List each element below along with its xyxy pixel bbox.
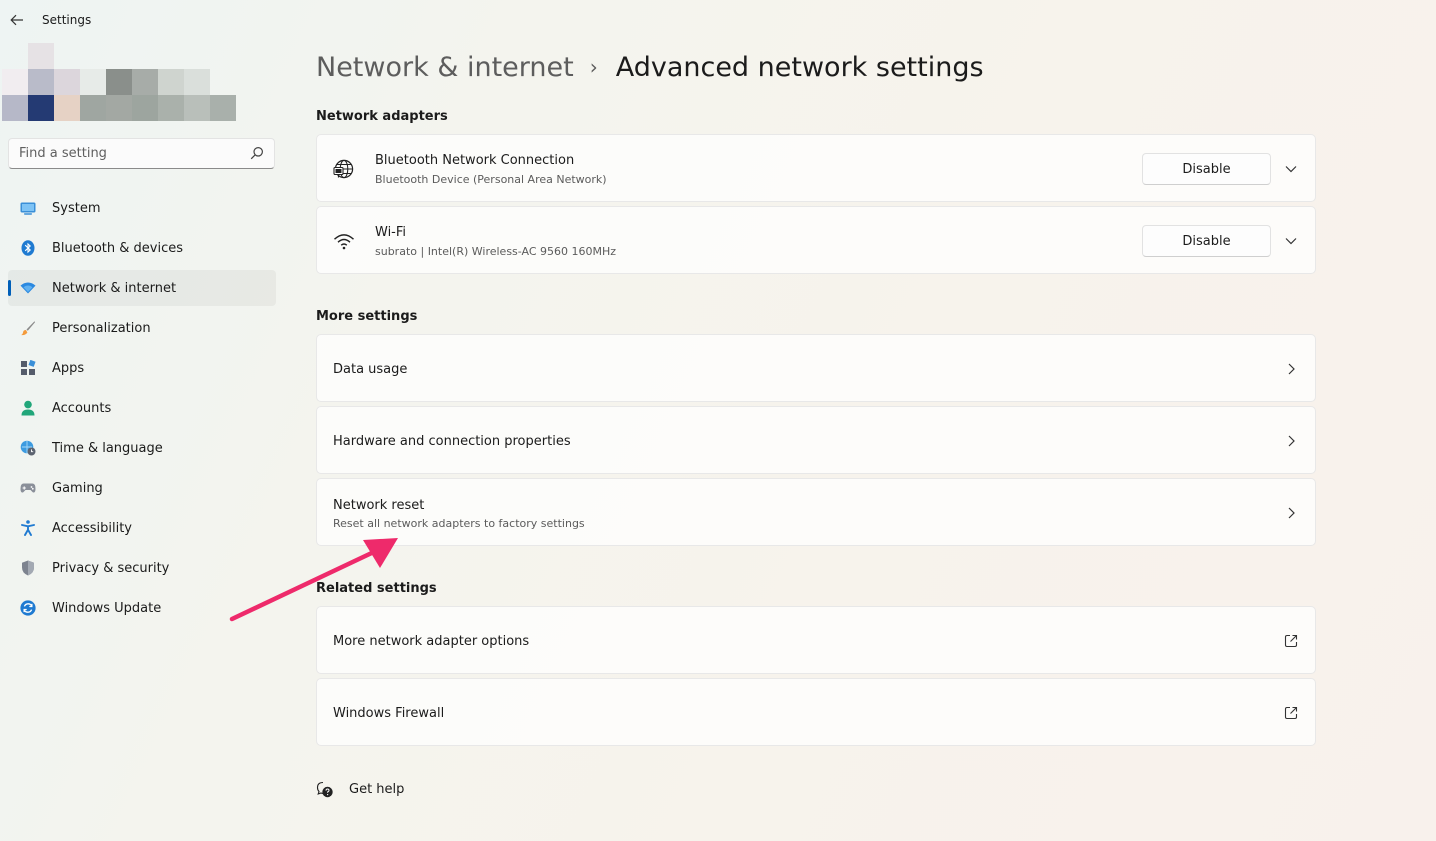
- settings-row-data-usage[interactable]: Data usage: [316, 334, 1316, 402]
- breadcrumb: Network & internet › Advanced network se…: [316, 52, 984, 83]
- get-help-link[interactable]: Get help: [316, 780, 456, 800]
- brush-icon: [20, 320, 36, 336]
- ethernet-globe-icon: [333, 159, 354, 179]
- system-icon: [20, 200, 36, 216]
- section-heading-more-settings: More settings: [316, 309, 418, 324]
- shield-icon: [20, 560, 36, 576]
- bluetooth-icon: [20, 240, 36, 256]
- chevron-down-icon[interactable]: [1283, 234, 1299, 248]
- row-title: Windows Firewall: [333, 706, 445, 721]
- adapter-subtitle: Bluetooth Device (Personal Area Network): [375, 173, 607, 186]
- disable-bluetooth-button[interactable]: Disable: [1142, 153, 1271, 185]
- search-icon[interactable]: [250, 146, 264, 160]
- external-link-icon: [1284, 634, 1298, 648]
- sidebar-item-bluetooth[interactable]: Bluetooth & devices: [8, 230, 276, 266]
- external-link-icon: [1284, 706, 1298, 720]
- adapter-title: Bluetooth Network Connection: [375, 153, 575, 168]
- sidebar-item-privacy-security[interactable]: Privacy & security: [8, 550, 276, 586]
- sidebar-item-windows-update[interactable]: Windows Update: [8, 590, 276, 626]
- sidebar-item-time-language[interactable]: Time & language: [8, 430, 276, 466]
- chevron-down-icon[interactable]: [1283, 162, 1299, 176]
- sidebar-item-system[interactable]: System: [8, 190, 276, 226]
- row-title: Hardware and connection properties: [333, 434, 571, 449]
- sidebar-nav: System Bluetooth & devices Network & int…: [8, 190, 276, 630]
- adapter-title: Wi-Fi: [375, 225, 407, 240]
- settings-row-windows-firewall[interactable]: Windows Firewall: [316, 678, 1316, 746]
- back-arrow-icon: [10, 14, 23, 26]
- disable-wifi-button[interactable]: Disable: [1142, 225, 1271, 257]
- accessibility-icon: [20, 520, 36, 536]
- user-profile-image: [2, 43, 236, 121]
- breadcrumb-separator: ›: [589, 54, 598, 79]
- row-title: Network reset: [333, 498, 425, 513]
- sidebar-item-gaming[interactable]: Gaming: [8, 470, 276, 506]
- settings-row-hardware-properties[interactable]: Hardware and connection properties: [316, 406, 1316, 474]
- chevron-right-icon: [1288, 435, 1295, 447]
- sidebar-item-apps[interactable]: Apps: [8, 350, 276, 386]
- search-box[interactable]: [8, 138, 275, 169]
- chevron-right-icon: [1288, 507, 1295, 519]
- sidebar-item-personalization[interactable]: Personalization: [8, 310, 276, 346]
- adapter-card-bluetooth[interactable]: Bluetooth Network Connection Bluetooth D…: [316, 134, 1316, 202]
- chevron-right-icon: [1288, 363, 1295, 375]
- adapter-card-wifi[interactable]: Wi-Fi subrato | Intel(R) Wireless-AC 956…: [316, 206, 1316, 274]
- page-title: Advanced network settings: [615, 52, 984, 83]
- globe-clock-icon: [20, 440, 36, 456]
- apps-icon: [20, 360, 36, 376]
- person-icon: [20, 400, 36, 416]
- row-subtitle: Reset all network adapters to factory se…: [333, 517, 585, 530]
- search-input[interactable]: [9, 139, 244, 168]
- app-title: Settings: [42, 13, 92, 27]
- row-title: Data usage: [333, 362, 408, 377]
- section-heading-network-adapters: Network adapters: [316, 109, 448, 124]
- network-icon: [20, 280, 36, 296]
- adapter-subtitle: subrato | Intel(R) Wireless-AC 9560 160M…: [375, 245, 617, 258]
- gamepad-icon: [20, 480, 36, 496]
- back-button[interactable]: [6, 10, 28, 30]
- sidebar-item-accounts[interactable]: Accounts: [8, 390, 276, 426]
- breadcrumb-parent-link[interactable]: Network & internet: [316, 52, 574, 83]
- section-heading-related-settings: Related settings: [316, 581, 437, 596]
- help-chat-icon: [316, 781, 333, 798]
- settings-row-network-reset[interactable]: Network reset Reset all network adapters…: [316, 478, 1316, 546]
- refresh-icon: [20, 600, 36, 616]
- title-bar: Settings: [0, 0, 300, 40]
- settings-row-more-adapter-options[interactable]: More network adapter options: [316, 606, 1316, 674]
- row-title: More network adapter options: [333, 634, 530, 649]
- sidebar-item-network[interactable]: Network & internet: [8, 270, 276, 306]
- wifi-icon: [334, 234, 354, 250]
- sidebar-item-accessibility[interactable]: Accessibility: [8, 510, 276, 546]
